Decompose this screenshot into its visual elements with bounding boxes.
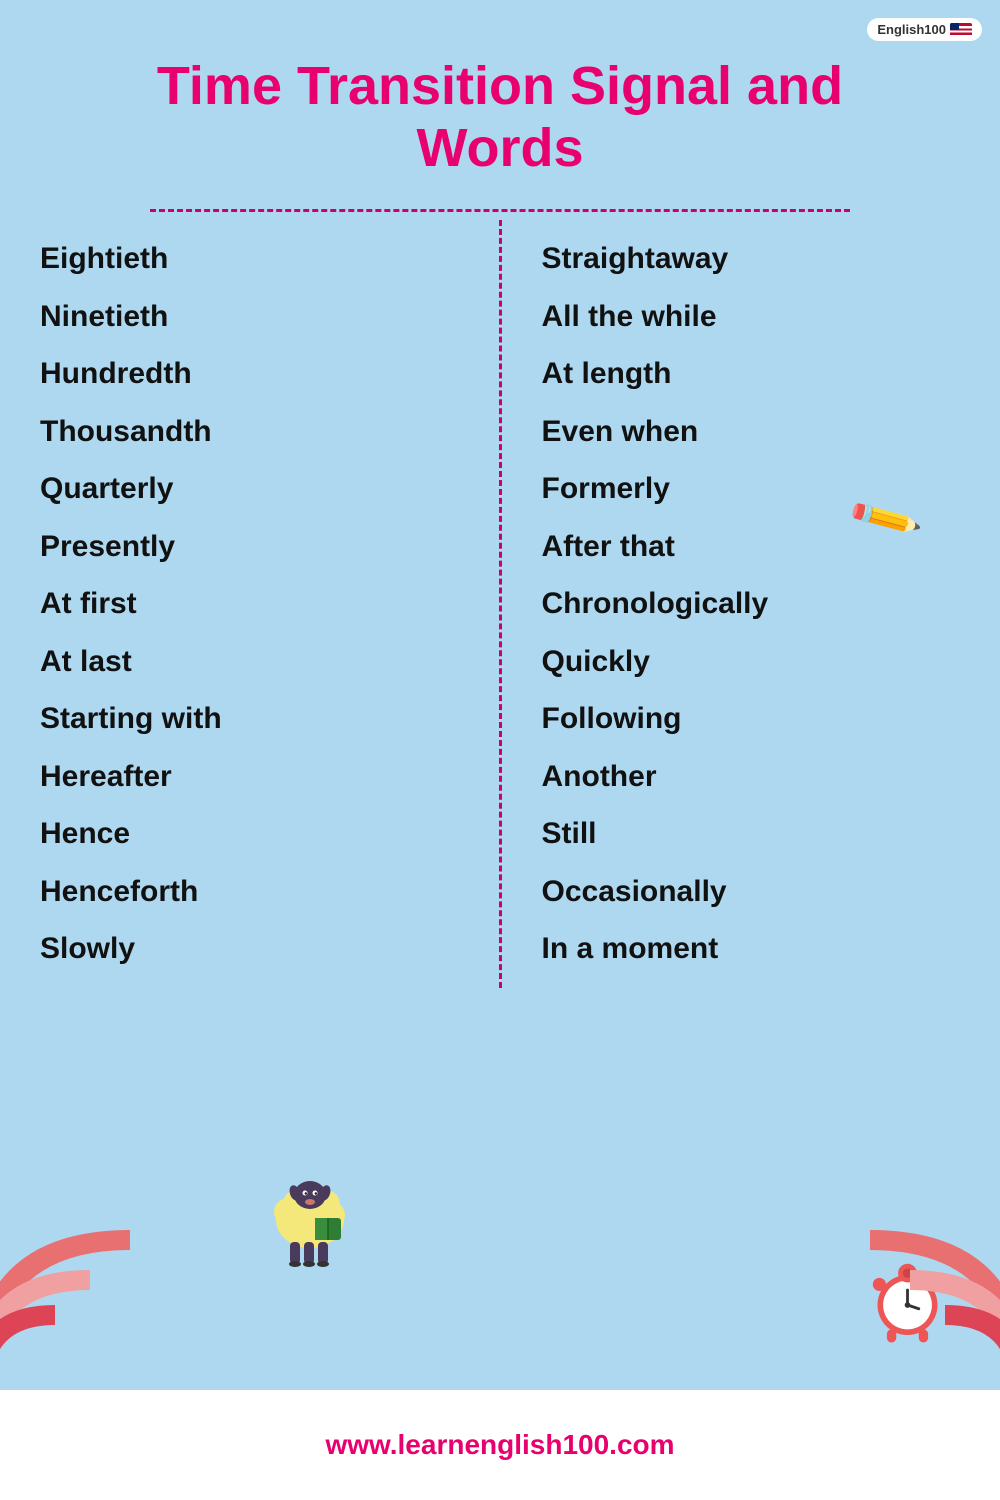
arch-left-decoration: [0, 1230, 130, 1390]
right-word-item: All the while: [542, 288, 961, 346]
right-word-item: Chronologically: [542, 575, 961, 633]
arch-right-decoration: [870, 1230, 1000, 1390]
watermark: English100: [867, 18, 982, 41]
left-word-item: Ninetieth: [40, 288, 459, 346]
right-word-item: Straightaway: [542, 230, 961, 288]
watermark-text: English100: [877, 22, 946, 37]
left-word-item: Starting with: [40, 690, 459, 748]
left-column: EightiethNinetiethHundredthThousandthQua…: [0, 220, 502, 988]
left-word-item: At last: [40, 633, 459, 691]
right-word-item: Even when: [542, 403, 961, 461]
title-line2: Words: [416, 118, 583, 178]
right-word-item: In a moment: [542, 920, 961, 978]
left-word-item: Slowly: [40, 920, 459, 978]
flag-icon: [950, 23, 972, 37]
left-word-item: Hereafter: [40, 748, 459, 806]
page-title: Time Transition Signal and Words: [0, 0, 1000, 199]
left-word-item: At first: [40, 575, 459, 633]
footer: www.learnenglish100.com: [0, 1390, 1000, 1500]
right-word-item: Another: [542, 748, 961, 806]
left-word-item: Henceforth: [40, 863, 459, 921]
title-line1: Time Transition Signal and: [157, 56, 843, 116]
left-word-item: Presently: [40, 518, 459, 576]
right-word-item: At length: [542, 345, 961, 403]
left-word-item: Hundredth: [40, 345, 459, 403]
left-word-item: Quarterly: [40, 460, 459, 518]
horizontal-divider: [150, 209, 850, 212]
sheep-illustration: [260, 1160, 360, 1270]
word-columns: EightiethNinetiethHundredthThousandthQua…: [0, 220, 1000, 988]
left-word-item: Hence: [40, 805, 459, 863]
right-column: StraightawayAll the whileAt lengthEven w…: [502, 220, 1000, 988]
left-word-item: Eightieth: [40, 230, 459, 288]
footer-url: www.learnenglish100.com: [325, 1429, 674, 1461]
right-word-item: Following: [542, 690, 961, 748]
right-word-item: Still: [542, 805, 961, 863]
left-word-item: Thousandth: [40, 403, 459, 461]
right-word-item: Occasionally: [542, 863, 961, 921]
right-word-item: Quickly: [542, 633, 961, 691]
